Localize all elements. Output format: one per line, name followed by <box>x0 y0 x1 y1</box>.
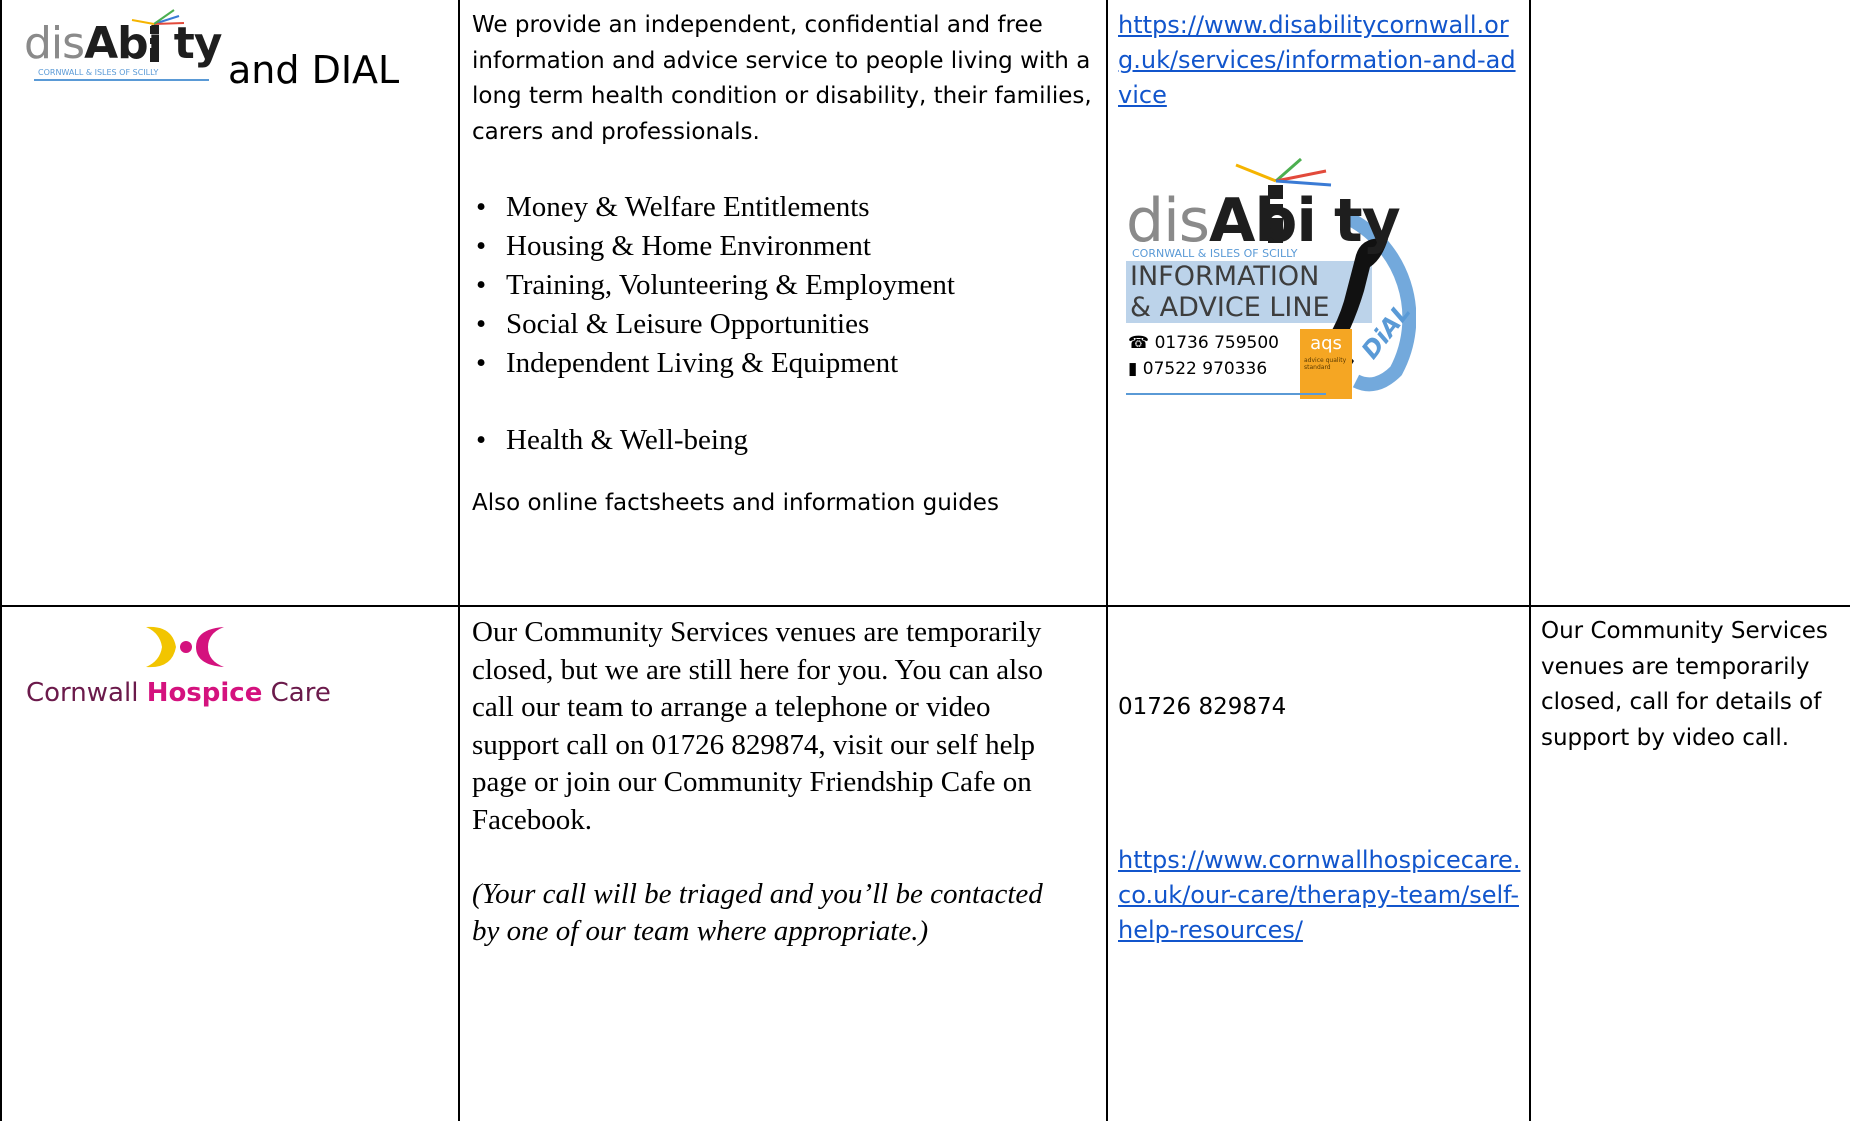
dial-info-line1: INFORMATION <box>1130 261 1320 292</box>
service-item: Health & Well-being <box>472 421 1097 460</box>
service-item: Independent Living & Equipment <box>472 344 1097 383</box>
aqs-badge: aqs advice quality standard <box>1302 333 1350 397</box>
row1-contact-cell: https://www.disabilitycornwall.org.uk/se… <box>1118 8 1522 598</box>
logo-ability-text: Abi <box>84 18 163 69</box>
row1-org-cell: disAbi ty CORNWALL & ISLES OF SCILLY and … <box>2 0 458 605</box>
logo-subtitle: CORNWALL & ISLES OF SCILLY <box>38 68 159 77</box>
row2-notes-cell: Our Community Services venues are tempor… <box>1541 618 1828 751</box>
logo-ty-text: ty <box>173 18 223 69</box>
dial-logo-subtitle: CORNWALL & ISLES OF SCILLY <box>1132 247 1298 260</box>
aqs-badge-text: aqs <box>1310 333 1342 354</box>
grid-line-v1 <box>458 0 460 1121</box>
disability-cornwall-logo: disAbi ty CORNWALL & ISLES OF SCILLY <box>24 6 224 86</box>
dial-logo-ability-text: Abi <box>1209 186 1317 256</box>
aqs-badge-small-text: advice quality standard <box>1304 357 1347 371</box>
service-item: Social & Leisure Opportunities <box>472 305 1097 344</box>
dial-logo-ty-text: ty <box>1333 186 1401 256</box>
row1-notes-cell <box>1541 8 1841 598</box>
row2-org-cell: Cornwall Hospice Care <box>2 607 458 1121</box>
dial-logo-dis-text: dis <box>1126 186 1210 256</box>
org-suffix-text: and DIAL <box>228 48 400 92</box>
hospice-triage-note: (Your call will be triaged and you’ll be… <box>472 877 1043 948</box>
hospice-logo-hospice: Hospice <box>146 678 263 708</box>
grid-line-v3 <box>1529 0 1531 1121</box>
service-item: Training, Volunteering & Employment <box>472 266 1097 305</box>
hospice-logo-care: Care <box>262 678 331 708</box>
hospice-moons-icon <box>146 626 224 668</box>
cornwall-hospice-care-logo: Cornwall Hospice Care <box>24 613 338 723</box>
service-item: Housing & Home Environment <box>472 227 1097 266</box>
dial-advice-line-logo: disAbi ty CORNWALL & ISLES OF SCILLY INFO… <box>1126 151 1416 399</box>
hospice-phone-text: 01726 829874 <box>1118 694 1287 720</box>
dial-phone1: 01736 759500 <box>1154 333 1279 353</box>
dial-phone2-row: ▮ 07522 970336 <box>1128 357 1267 381</box>
hospice-self-help-link[interactable]: https://www.cornwallhospicecare.co.uk/ou… <box>1118 843 1522 948</box>
mobile-phone-icon: ▮ <box>1128 359 1138 379</box>
service-list: Money & Welfare Entitlements Housing & H… <box>472 188 1097 460</box>
dial-phone1-row: ☎ 01736 759500 <box>1128 331 1279 355</box>
service-item: Money & Welfare Entitlements <box>472 188 1097 227</box>
hospice-logo-cornwall: Cornwall <box>26 678 147 708</box>
disability-cornwall-link[interactable]: https://www.disabilitycornwall.org.uk/se… <box>1118 8 1522 113</box>
hospice-body-text: Our Community Services venues are tempor… <box>472 616 1044 836</box>
logo-dis-text: dis <box>24 18 85 69</box>
factsheets-text: Also online factsheets and information g… <box>472 490 999 516</box>
dial-info-line2: & ADVICE LINE <box>1130 292 1330 323</box>
service-intro-text: We provide an independent, confidential … <box>472 12 1092 145</box>
telephone-icon: ☎ <box>1128 333 1150 353</box>
row1-description-cell: We provide an independent, confidential … <box>472 8 1097 598</box>
grid-line-v2 <box>1106 0 1108 1121</box>
row2-contact-cell: 01726 829874 https://www.cornwallhospice… <box>1118 614 1522 1114</box>
row2-description-cell: Our Community Services venues are tempor… <box>472 614 1072 1114</box>
dial-phone2: 07522 970336 <box>1142 359 1268 379</box>
